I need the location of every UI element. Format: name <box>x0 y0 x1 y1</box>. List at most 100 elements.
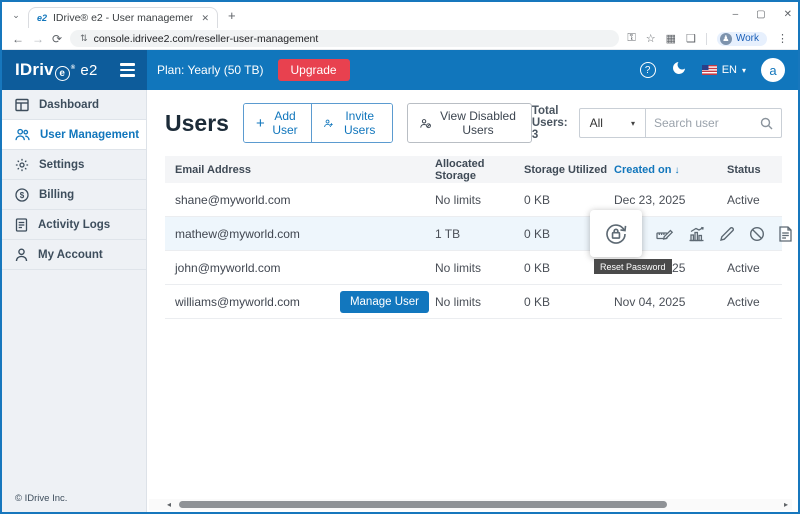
user-actions-button-group: + Add User Invite Users <box>243 103 393 143</box>
edit-user-button[interactable] <box>719 226 735 242</box>
disable-user-button[interactable] <box>749 226 765 242</box>
site-info-icon[interactable]: ⇅ <box>80 33 87 44</box>
profile-chip[interactable]: ♟ Work <box>717 32 767 46</box>
dark-mode-moon-icon[interactable] <box>671 60 687 81</box>
add-user-button[interactable]: + Add User <box>244 104 311 142</box>
tab-strip: ⌄ e2 IDrive® e2 - User management ✕ + – … <box>2 2 798 28</box>
forward-icon[interactable]: → <box>32 32 44 46</box>
sidebar-item-my-account[interactable]: My Account <box>2 240 146 270</box>
search-input[interactable] <box>654 116 754 130</box>
gear-icon <box>15 158 29 172</box>
status-value: Active <box>727 261 782 275</box>
window-close-button[interactable]: ✕ <box>784 9 792 20</box>
user-email: williams@myworld.com <box>175 295 300 309</box>
tab-search-icon[interactable]: ⌄ <box>8 7 24 23</box>
scrollbar-thumb[interactable] <box>179 501 667 508</box>
created-on-value: Dec 23, 2025 <box>614 193 727 207</box>
idrive-e2-logo: IDrive®e2 <box>15 60 98 80</box>
total-users-count: Total Users: 3 <box>532 105 568 141</box>
col-created-on[interactable]: Created on↓ <box>614 164 727 176</box>
favicon: e2 <box>37 13 47 23</box>
table-header: Email Address Allocated Storage Storage … <box>165 156 782 183</box>
invite-users-button[interactable]: Invite Users <box>311 104 392 142</box>
sidebar-item-label: My Account <box>38 249 103 261</box>
plan-label: Plan: Yearly (50 TB) <box>157 63 264 77</box>
help-icon[interactable]: ? <box>640 62 656 78</box>
sidebar-item-activity-logs[interactable]: Activity Logs <box>2 210 146 240</box>
browser-tab[interactable]: e2 IDrive® e2 - User management ✕ <box>28 7 218 28</box>
table-row[interactable]: shane@myworld.com No limits 0 KB Dec 23,… <box>165 183 782 217</box>
window-minimize-button[interactable]: – <box>733 9 739 20</box>
password-key-icon[interactable]: ⚿ <box>627 32 635 45</box>
window-maximize-button[interactable]: ▢ <box>756 9 765 20</box>
col-allocated-storage[interactable]: Allocated Storage <box>435 158 524 182</box>
col-storage-utilized[interactable]: Storage Utilized <box>524 164 614 176</box>
language-selector[interactable]: EN ▾ <box>702 64 746 76</box>
storage-utilized-value: 0 KB <box>524 295 614 309</box>
url-text: console.idrivee2.com/reseller-user-manag… <box>94 33 319 45</box>
reload-icon[interactable]: ⟳ <box>52 32 62 46</box>
file-icon <box>779 226 792 242</box>
table-row-hovered[interactable]: mathew@myworld.com 1 TB 0 KB Reset Passw… <box>165 217 782 251</box>
tab-close-icon[interactable]: ✕ <box>201 13 209 24</box>
user-email: john@myworld.com <box>165 261 435 275</box>
scroll-right-icon[interactable]: ▸ <box>784 500 788 509</box>
usage-stats-button[interactable] <box>688 226 705 242</box>
edit-storage-button[interactable] <box>656 226 674 242</box>
person-plus-icon <box>324 117 333 130</box>
sidebar-item-dashboard[interactable]: Dashboard <box>2 90 146 120</box>
storage-utilized-value: 0 KB <box>524 193 614 207</box>
new-tab-button[interactable]: + <box>228 8 236 23</box>
view-disabled-users-button[interactable]: View Disabled Users <box>407 103 532 143</box>
dollar-circle-icon: $ <box>15 188 29 202</box>
sidebar-item-label: Activity Logs <box>38 219 110 231</box>
brand-band: IDrive®e2 <box>2 50 147 90</box>
reset-password-button[interactable]: Reset Password <box>590 210 642 257</box>
sidebar-item-user-management[interactable]: User Management <box>2 120 146 150</box>
sort-desc-icon: ↓ <box>674 165 679 176</box>
address-bar[interactable]: ⇅ console.idrivee2.com/reseller-user-man… <box>70 30 619 47</box>
tab-title: IDrive® e2 - User management <box>53 12 193 24</box>
allocated-storage-value: No limits <box>435 193 524 207</box>
allocated-storage-value: 1 TB <box>435 227 524 241</box>
allocated-storage-value: No limits <box>435 295 524 309</box>
table-row[interactable]: john@myworld.com No limits 0 KB Dec 23, … <box>165 251 782 285</box>
manage-user-button[interactable]: Manage User <box>340 291 429 313</box>
main-content: Users + Add User Invite Users View Disab… <box>147 90 798 512</box>
language-caret-icon: ▾ <box>742 66 746 75</box>
page-title: Users <box>165 110 229 137</box>
user-logs-button[interactable] <box>779 226 792 242</box>
profile-avatar-icon: ♟ <box>720 33 732 45</box>
disable-icon <box>749 226 765 242</box>
reset-password-icon <box>603 221 629 247</box>
extensions-icon[interactable]: ❑ <box>686 32 696 45</box>
menu-hamburger-icon[interactable] <box>120 63 135 77</box>
col-email-address[interactable]: Email Address <box>165 164 435 176</box>
back-icon[interactable]: ← <box>12 32 24 46</box>
side-panel-icon[interactable]: ▦ <box>666 32 676 45</box>
logo-e-circle: e <box>55 66 70 81</box>
users-icon <box>15 128 30 141</box>
bookmark-star-icon[interactable]: ☆ <box>646 32 656 45</box>
dashboard-icon <box>15 98 29 112</box>
browser-menu-icon[interactable]: ⋮ <box>777 32 788 45</box>
sidebar-item-settings[interactable]: Settings <box>2 150 146 180</box>
search-icon[interactable] <box>760 117 773 130</box>
scroll-left-icon[interactable]: ◂ <box>167 500 171 509</box>
users-table: Email Address Allocated Storage Storage … <box>165 156 782 319</box>
view-disabled-label: View Disabled Users <box>437 109 519 137</box>
upgrade-button[interactable]: Upgrade <box>278 59 350 81</box>
horizontal-scrollbar[interactable]: ◂ ▸ <box>149 499 792 510</box>
account-avatar[interactable]: a <box>761 58 785 82</box>
sidebar-item-billing[interactable]: $ Billing <box>2 180 146 210</box>
user-filter-dropdown[interactable]: All ▾ <box>580 109 646 137</box>
table-row[interactable]: williams@myworld.com Manage User No limi… <box>165 285 782 319</box>
browser-window: ⌄ e2 IDrive® e2 - User management ✕ + – … <box>0 0 800 514</box>
col-status[interactable]: Status <box>727 164 782 176</box>
filter-caret-icon: ▾ <box>631 119 635 128</box>
logo-e2-text: e2 <box>80 62 97 79</box>
row-action-icons: Reset Password <box>590 217 792 250</box>
sidebar-item-label: Settings <box>39 159 84 171</box>
edit-storage-icon <box>656 226 674 242</box>
reset-password-tooltip: Reset Password <box>594 259 672 274</box>
